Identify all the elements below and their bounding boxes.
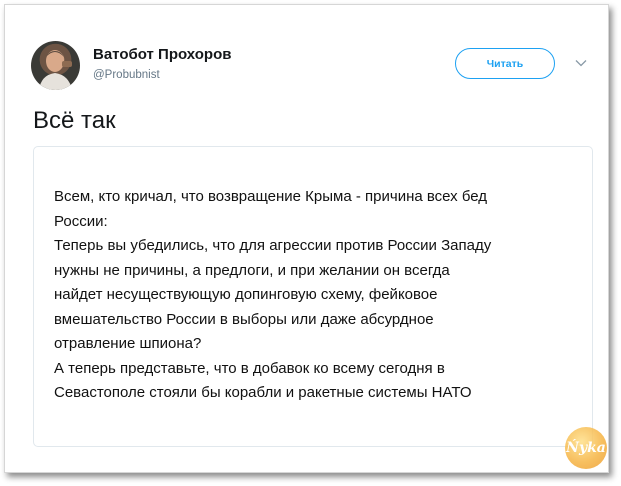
avatar-portrait	[39, 50, 72, 90]
author-handle[interactable]: @Probubnist	[93, 69, 160, 81]
watermark-text: Ńyka	[566, 440, 606, 456]
tweet-frame: Ватобот Прохоров @Probubnist Читать Всё …	[4, 4, 609, 473]
user-avatar[interactable]	[31, 41, 80, 90]
follow-button[interactable]: Читать	[455, 48, 555, 79]
tweet-text: Всё так	[33, 107, 116, 134]
quoted-image-card[interactable]: Всем, кто кричал, что возвращение Крыма …	[33, 146, 593, 447]
watermark-logo: Ńyka	[565, 427, 607, 469]
quoted-image-text: Всем, кто кричал, что возвращение Крыма …	[54, 188, 492, 401]
author-name[interactable]: Ватобот Прохоров	[93, 46, 231, 63]
chevron-down-icon[interactable]	[574, 56, 588, 70]
